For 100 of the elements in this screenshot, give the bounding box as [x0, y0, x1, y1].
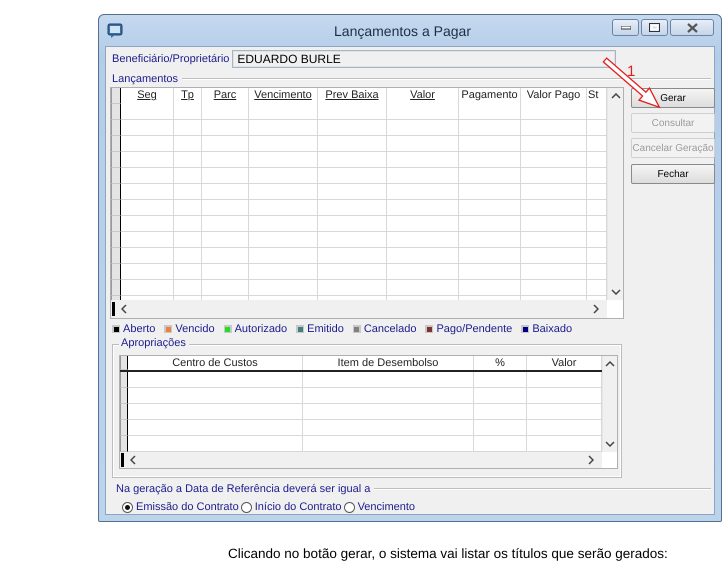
row-header [111, 104, 121, 120]
scroll-right-icon[interactable] [588, 455, 594, 465]
table-cell [202, 136, 249, 152]
table-cell [459, 280, 521, 296]
action-button[interactable]: Fechar [631, 164, 715, 184]
row-header [111, 184, 121, 200]
row-header [111, 168, 121, 184]
table-cell [387, 168, 459, 184]
row-header [111, 280, 121, 296]
caption-text: Clicando no botão gerar, o sistema vai listar os títulos que serão gerados: [228, 546, 669, 561]
vertical-scrollbar[interactable] [607, 88, 623, 300]
legend-label: Baixado [532, 323, 572, 335]
maximize-icon [649, 23, 660, 32]
radio-option[interactable]: Emissão do Contrato [122, 501, 239, 513]
table-cell [318, 136, 387, 152]
table-cell [459, 152, 521, 168]
scroll-left-icon[interactable] [121, 304, 127, 314]
table-cell [174, 168, 202, 184]
close-button[interactable] [670, 19, 714, 36]
legend-label: Vencido [175, 323, 215, 335]
window-title: Lançamentos a Pagar [333, 22, 472, 38]
table-cell [387, 264, 459, 280]
table-cell [318, 120, 387, 136]
table-cell [387, 120, 459, 136]
radio-circle[interactable] [240, 502, 252, 512]
radio-option[interactable]: Vencimento [344, 501, 416, 513]
table-cell [459, 232, 521, 248]
table-cell [318, 264, 387, 280]
table-cell [249, 216, 318, 232]
field-label: Beneficiário/Proprietário [112, 53, 230, 65]
table-cell [249, 136, 318, 152]
legend-label: Autorizado [234, 323, 288, 335]
beneficiary-field[interactable]: EDUARDO BURLE [232, 50, 616, 68]
table-cell [121, 280, 174, 296]
horizontal-scrollbar[interactable] [120, 452, 602, 468]
table-cell [387, 248, 459, 264]
table-cell [474, 420, 527, 436]
close-icon [686, 22, 698, 32]
table-cell [474, 388, 527, 404]
table-cell [521, 136, 587, 152]
row-header [111, 232, 121, 248]
maximize-button[interactable] [641, 19, 668, 36]
table-cell [249, 168, 318, 184]
column-header[interactable]: St [587, 88, 607, 104]
row-header [111, 200, 121, 216]
table-cell [387, 136, 459, 152]
legend-label: Cancelado [364, 323, 416, 335]
radio-circle[interactable] [122, 502, 133, 512]
scroll-right-icon[interactable] [593, 304, 599, 314]
table-cell [521, 152, 587, 168]
table-cell [249, 264, 318, 280]
table-cell [318, 152, 387, 168]
table-cell [174, 216, 202, 232]
legend-label: Emitido [307, 323, 344, 335]
table-cell [121, 200, 174, 216]
table-cell [318, 104, 387, 120]
table-cell [202, 264, 249, 280]
table-cell [174, 264, 202, 280]
vertical-scrollbar[interactable] [602, 356, 617, 452]
table-cell [202, 168, 249, 184]
table-cell [202, 152, 249, 168]
table-cell [521, 184, 587, 200]
table-cell [121, 168, 174, 184]
table-cell [521, 216, 587, 232]
row-indicator [121, 453, 124, 467]
scroll-up-icon[interactable] [605, 361, 615, 367]
row-indicator [112, 302, 115, 316]
table-cell [174, 280, 202, 296]
table-cell [174, 184, 202, 200]
row-header [111, 248, 121, 264]
horizontal-scrollbar[interactable] [111, 300, 607, 318]
scroll-down-icon[interactable] [610, 289, 620, 295]
scroll-down-icon[interactable] [605, 441, 615, 447]
table-cell [174, 232, 202, 248]
column-header[interactable]: Pagamento [459, 88, 521, 104]
table-cell [121, 248, 174, 264]
table-cell [387, 152, 459, 168]
table-cell [202, 216, 249, 232]
minimize-icon [620, 26, 630, 30]
table-cell [121, 104, 174, 120]
legend-label: Aberto [123, 323, 156, 335]
table-cell [459, 200, 521, 216]
radio-circle[interactable] [344, 502, 355, 512]
table-cell [202, 104, 249, 120]
table-cell [521, 232, 587, 248]
table-cell [318, 216, 387, 232]
table-cell [387, 232, 459, 248]
section-label: Apropriações [119, 337, 189, 349]
table-cell [249, 200, 318, 216]
table-cell [318, 232, 387, 248]
table-cell [249, 280, 318, 296]
minimize-button[interactable] [612, 19, 639, 36]
scroll-up-icon[interactable] [610, 93, 620, 99]
radio-option[interactable]: Início do Contrato [240, 501, 342, 513]
table-cell [202, 120, 249, 136]
table-cell [318, 184, 387, 200]
table-cell [474, 404, 527, 420]
table-cell [387, 200, 459, 216]
table-cell [121, 264, 174, 280]
scroll-left-icon[interactable] [130, 455, 136, 465]
